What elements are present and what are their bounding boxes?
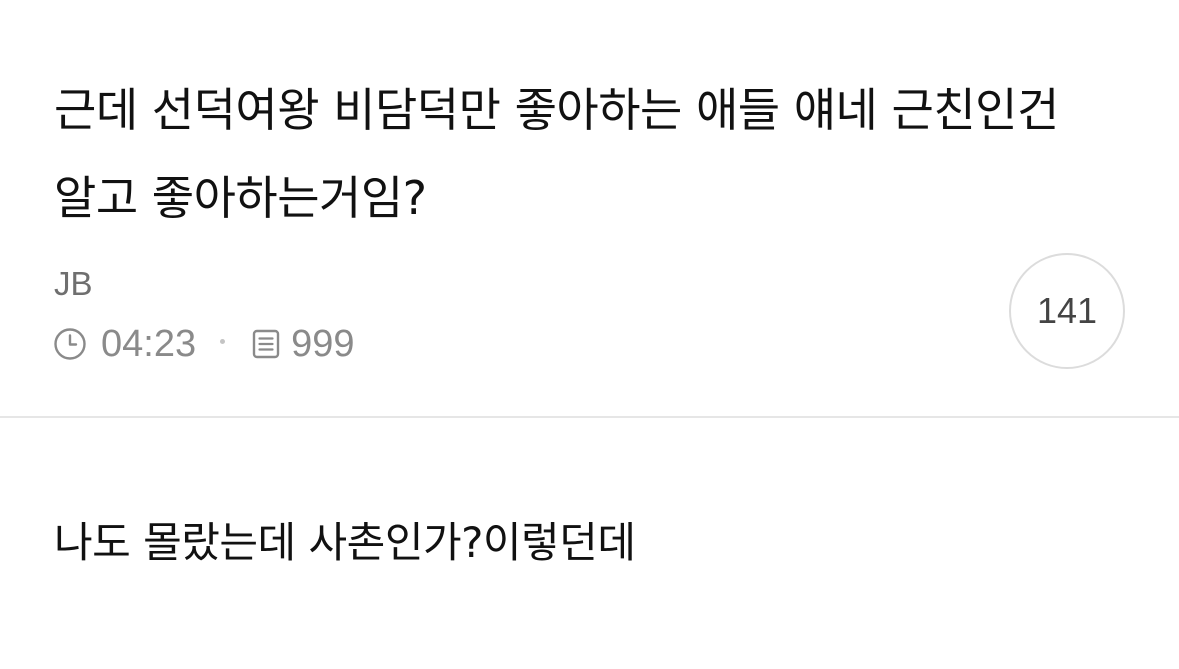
view-count: 999 <box>291 322 355 365</box>
clock-icon <box>53 327 87 361</box>
post-body: 나도 몰랐는데 사촌인가?이렇던데 <box>54 518 636 567</box>
author-name[interactable]: JB <box>54 264 93 304</box>
post-header: 근데 선덕여왕 비담덕만 좋아하는 애들 얘네 근친인건 알고 좋아하는거임? … <box>0 0 1179 418</box>
post-time: 04:23 <box>101 322 197 365</box>
section-divider <box>0 416 1179 418</box>
document-icon <box>249 327 283 361</box>
comment-count-button[interactable]: 141 <box>1009 253 1125 369</box>
post-title: 근데 선덕여왕 비담덕만 좋아하는 애들 얘네 근친인건 알고 좋아하는거임? <box>54 83 1059 225</box>
meta-separator-dot <box>220 338 226 344</box>
post-meta: 04:23 999 <box>53 322 355 366</box>
